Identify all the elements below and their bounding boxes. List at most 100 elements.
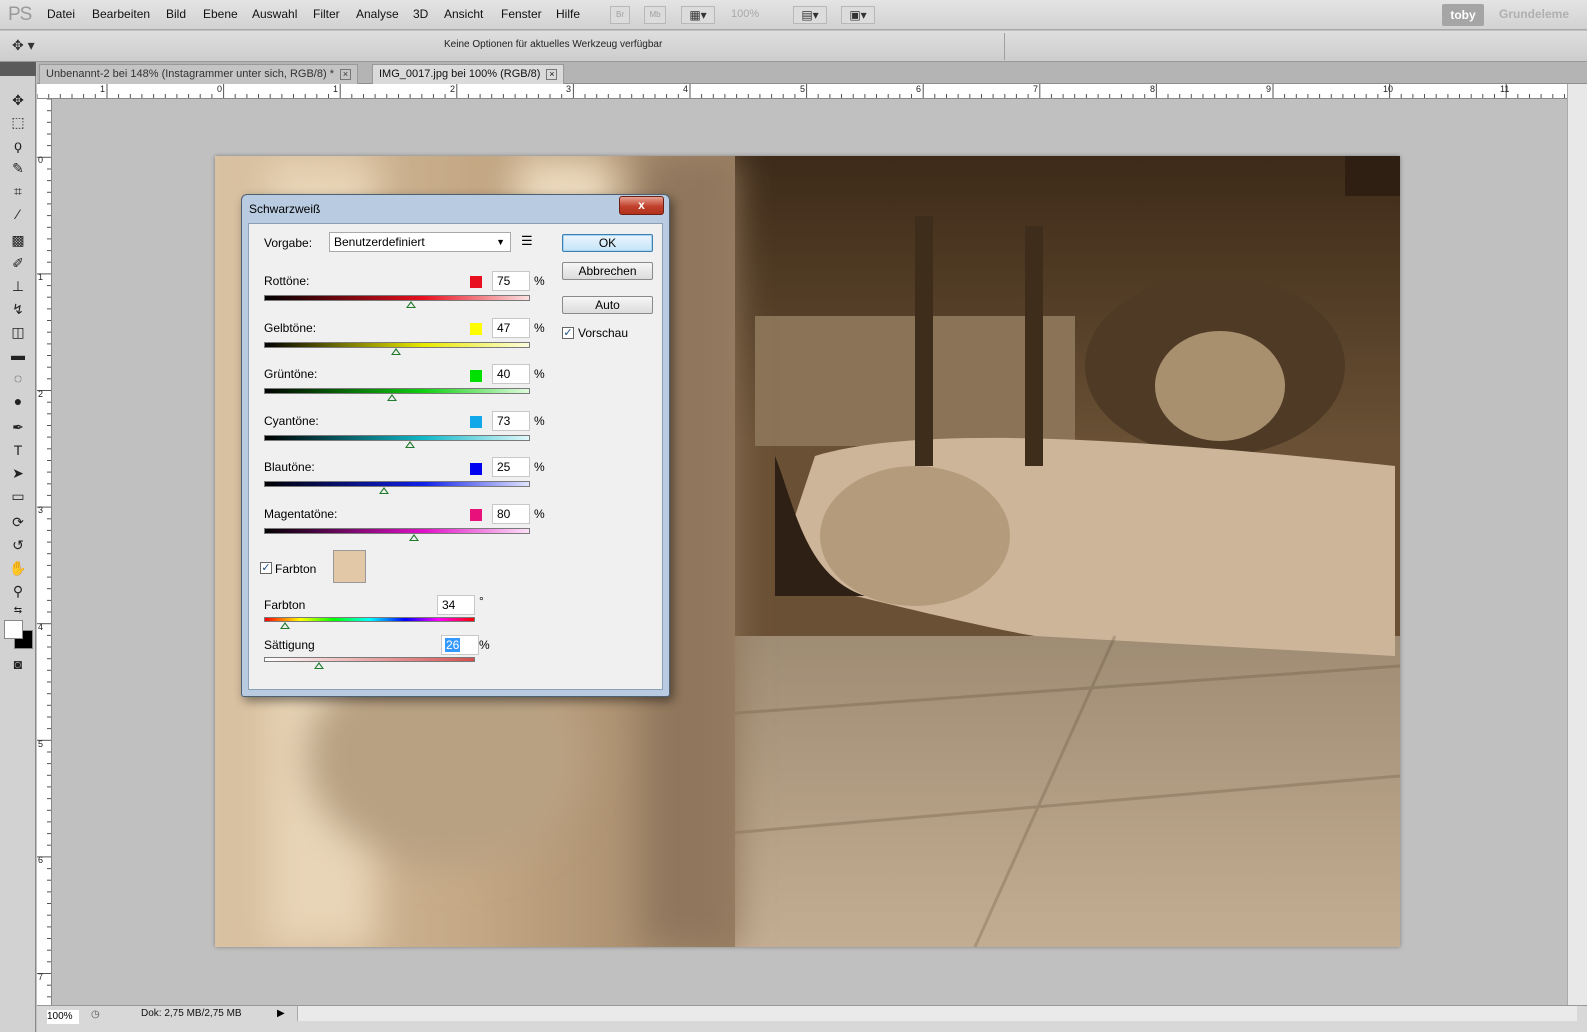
eyedropper-tool-icon[interactable]: ⁄	[7, 204, 29, 224]
cyan-channel-thumb[interactable]	[405, 441, 415, 448]
dialog-title: Schwarzweiß	[249, 202, 321, 216]
tint-checkbox[interactable]: ✓	[260, 562, 272, 574]
3d-orbit-tool-icon[interactable]: ↺	[7, 535, 29, 555]
cyan-channel-input[interactable]: 73	[492, 411, 530, 431]
menu-ebene[interactable]: Ebene	[203, 7, 238, 21]
tint-color-swatch[interactable]	[333, 550, 366, 583]
magenta-channel-input[interactable]: 80	[492, 504, 530, 524]
chevron-down-icon: ▼	[496, 237, 505, 247]
marquee-tool-icon[interactable]: ⬚	[7, 112, 29, 132]
blue-channel-input[interactable]: 25	[492, 457, 530, 477]
menu-ansicht[interactable]: Ansicht	[444, 7, 483, 21]
magenta-channel-slider[interactable]	[264, 528, 530, 534]
red-channel-chip	[470, 276, 482, 288]
foreground-color-swatch[interactable]	[4, 620, 23, 639]
bridge-button[interactable]: Br	[610, 6, 630, 24]
ruler-label: 7	[1033, 84, 1039, 94]
eraser-tool-icon[interactable]: ◫	[7, 322, 29, 342]
saturation-input[interactable]: 26	[441, 635, 479, 655]
ruler-label: 10	[1383, 84, 1394, 94]
blue-channel-slider[interactable]	[264, 481, 530, 487]
path-selection-tool-icon[interactable]: ➤	[7, 463, 29, 483]
document-tab-bar: Unbenannt-2 bei 148% (Instagrammer unter…	[37, 62, 1587, 84]
brush-tool-icon[interactable]: ✐	[7, 253, 29, 273]
preset-options-icon[interactable]: ☰	[521, 233, 533, 249]
close-icon[interactable]: ×	[339, 68, 351, 80]
tab-unbenannt-2[interactable]: Unbenannt-2 bei 148% (Instagrammer unter…	[39, 64, 358, 84]
saturation-slider[interactable]	[264, 657, 475, 662]
quick-mask-icon[interactable]: ◙	[7, 654, 29, 674]
shape-tool-icon[interactable]: ▭	[7, 486, 29, 506]
green-channel-input[interactable]: 40	[492, 364, 530, 384]
menu-fenster[interactable]: Fenster	[501, 7, 542, 21]
ruler-label: 8	[1150, 84, 1156, 94]
user-badge[interactable]: toby	[1442, 4, 1484, 26]
dialog-close-button[interactable]: x	[619, 196, 664, 215]
view-extras-icon[interactable]: ▦▾	[681, 6, 715, 24]
cancel-button[interactable]: Abbrechen	[562, 262, 653, 280]
dodge-tool-icon[interactable]: ●	[7, 391, 29, 411]
saturation-thumb[interactable]	[314, 662, 324, 669]
saturation-unit: %	[479, 638, 490, 652]
hue-label: Farbton	[264, 598, 306, 612]
dialog-body: Vorgabe: Benutzerdefiniert ▼ ☰ OK Abbrec…	[248, 223, 663, 690]
clone-stamp-tool-icon[interactable]: ⊥	[7, 276, 29, 296]
blur-tool-icon[interactable]: ◌	[7, 368, 29, 388]
ok-button[interactable]: OK	[562, 234, 653, 252]
ruler-label: 2	[38, 389, 44, 399]
cyan-channel-slider[interactable]	[264, 435, 530, 441]
status-zoom-field[interactable]: 100%	[47, 1010, 79, 1024]
quick-selection-tool-icon[interactable]: ✎	[7, 158, 29, 178]
menu-bar: PS Datei Bearbeiten Bild Ebene Auswahl F…	[0, 0, 1587, 30]
menu-auswahl[interactable]: Auswahl	[252, 7, 297, 21]
yellow-channel-unit: %	[534, 321, 545, 335]
screen-mode-icon[interactable]: ▣▾	[841, 6, 875, 24]
crop-tool-icon[interactable]: ⌗	[7, 181, 29, 201]
lasso-tool-icon[interactable]: ϙ	[7, 135, 29, 155]
auto-button[interactable]: Auto	[562, 296, 653, 314]
move-tool-icon[interactable]: ✥	[7, 90, 29, 110]
pen-tool-icon[interactable]: ✒	[7, 417, 29, 437]
menu-hilfe[interactable]: Hilfe	[556, 7, 580, 21]
hand-tool-icon[interactable]: ✋	[7, 558, 29, 578]
horizontal-scrollbar[interactable]	[297, 1006, 1577, 1021]
green-channel-thumb[interactable]	[387, 394, 397, 401]
spot-healing-tool-icon[interactable]: ▩	[7, 230, 29, 250]
vertical-scrollbar[interactable]	[1567, 84, 1587, 1005]
zoom-level-readout[interactable]: 100%	[731, 8, 759, 20]
menu-analyse[interactable]: Analyse	[356, 7, 399, 21]
hue-thumb[interactable]	[280, 622, 290, 629]
3d-rotate-tool-icon[interactable]: ⟳	[7, 512, 29, 532]
workspace-switcher[interactable]: Grundeleme	[1499, 7, 1569, 21]
yellow-channel-thumb[interactable]	[391, 348, 401, 355]
hue-input[interactable]: 34	[437, 595, 475, 615]
status-info-icon[interactable]: ◷	[91, 1009, 105, 1021]
tool-preset-picker-icon[interactable]: ✥ ▾	[12, 37, 48, 57]
type-tool-icon[interactable]: T	[7, 440, 29, 460]
history-brush-tool-icon[interactable]: ↯	[7, 299, 29, 319]
zoom-tool-icon[interactable]: ⚲	[7, 581, 29, 601]
menu-datei[interactable]: Datei	[47, 7, 75, 21]
red-channel-input[interactable]: 75	[492, 271, 530, 291]
minibridge-button[interactable]: Mb	[644, 6, 666, 24]
tab-img-0017[interactable]: IMG_0017.jpg bei 100% (RGB/8) ×	[372, 64, 565, 84]
status-menu-arrow-icon[interactable]: ▶	[277, 1008, 285, 1019]
swap-colors-icon[interactable]: ⇆	[7, 601, 29, 621]
blue-channel-thumb[interactable]	[379, 487, 389, 494]
toolbox-header[interactable]	[0, 62, 36, 76]
yellow-channel-input[interactable]: 47	[492, 318, 530, 338]
red-channel-slider[interactable]	[264, 295, 530, 301]
preset-dropdown[interactable]: Benutzerdefiniert ▼	[329, 232, 511, 252]
menu-3d[interactable]: 3D	[413, 7, 428, 21]
green-channel-slider[interactable]	[264, 388, 530, 394]
red-channel-thumb[interactable]	[406, 301, 416, 308]
close-icon[interactable]: ×	[546, 68, 558, 80]
gradient-tool-icon[interactable]: ▬	[7, 345, 29, 365]
menu-bild[interactable]: Bild	[166, 7, 186, 21]
menu-filter[interactable]: Filter	[313, 7, 340, 21]
hue-slider[interactable]	[264, 617, 475, 622]
menu-bearbeiten[interactable]: Bearbeiten	[92, 7, 150, 21]
arrange-documents-icon[interactable]: ▤▾	[793, 6, 827, 24]
preview-checkbox[interactable]: ✓	[562, 327, 574, 339]
magenta-channel-thumb[interactable]	[409, 534, 419, 541]
